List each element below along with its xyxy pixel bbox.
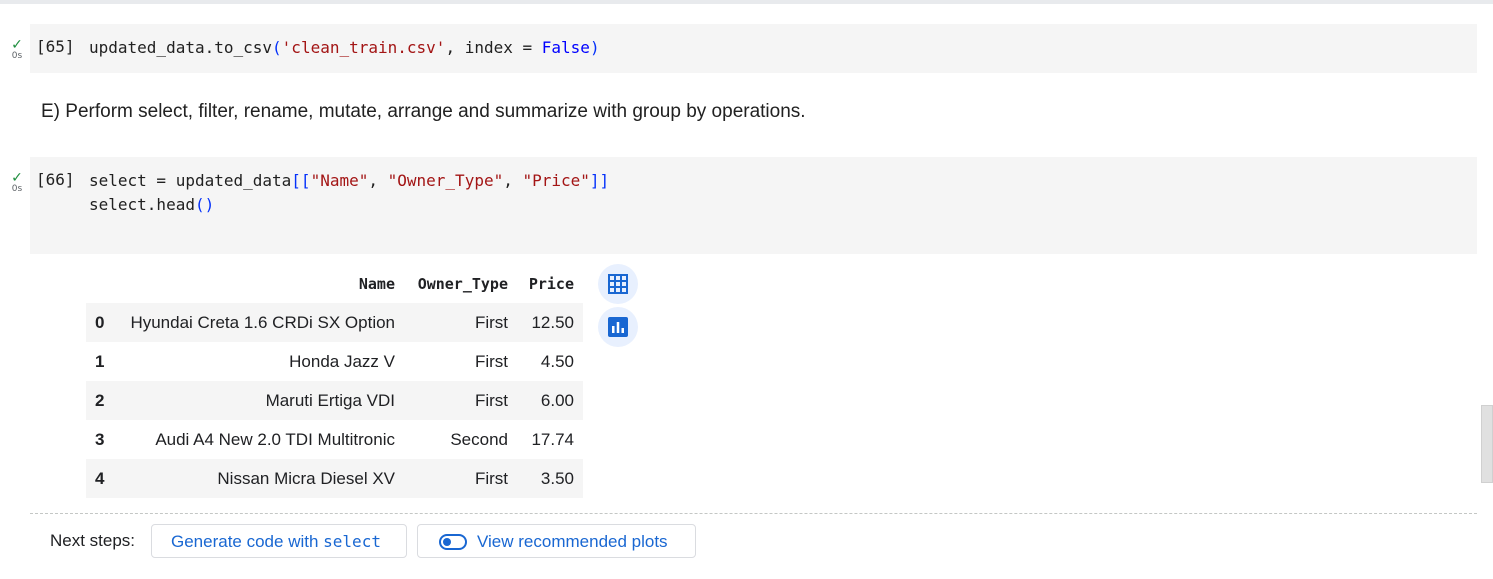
markdown-text: E) Perform select, filter, rename, mutat… bbox=[41, 101, 806, 122]
next-steps-label: Next steps: bbox=[50, 531, 136, 550]
bar-chart-icon bbox=[608, 317, 628, 337]
execution-count: [66] bbox=[36, 170, 75, 189]
row-index: 2 bbox=[95, 391, 105, 410]
row-index: 1 bbox=[95, 352, 105, 371]
run-time: 0s bbox=[11, 51, 23, 61]
check-icon: ✓ bbox=[11, 37, 23, 53]
variable-name: select bbox=[323, 532, 381, 551]
scrollbar[interactable] bbox=[1481, 405, 1493, 483]
column-header: Owner_Type bbox=[417, 275, 508, 293]
cell-owner-type: First bbox=[474, 391, 508, 410]
cell-owner-type: First bbox=[474, 313, 508, 332]
table-row: 4 Nissan Micra Diesel XV First 3.50 bbox=[86, 459, 583, 498]
execution-count: [65] bbox=[36, 37, 75, 56]
cell-name: Hyundai Creta 1.6 CRDi SX Option bbox=[130, 313, 395, 332]
table-row: 0 Hyundai Creta 1.6 CRDi SX Option First… bbox=[86, 303, 583, 342]
cell-name: Maruti Ertiga VDI bbox=[265, 391, 395, 410]
code-line[interactable]: select.head() bbox=[89, 193, 214, 217]
generate-code-button[interactable]: Generate code with select bbox=[151, 524, 407, 558]
top-border bbox=[0, 0, 1493, 4]
table-row: 1 Honda Jazz V First 4.50 bbox=[86, 342, 583, 381]
table-icon bbox=[608, 274, 628, 294]
code-line[interactable]: select = updated_data[["Name", "Owner_Ty… bbox=[89, 169, 609, 193]
table-row: 2 Maruti Ertiga VDI First 6.00 bbox=[86, 381, 583, 420]
cell-price: 6.00 bbox=[540, 391, 574, 410]
plots-label: View recommended plots bbox=[477, 532, 668, 551]
table-row: 3 Audi A4 New 2.0 TDI Multitronic Second… bbox=[86, 420, 583, 459]
cell-name: Nissan Micra Diesel XV bbox=[217, 469, 395, 488]
generate-label: Generate code with bbox=[171, 532, 324, 551]
view-recommended-plots-button[interactable]: View recommended plots bbox=[417, 524, 696, 558]
cell-status: ✓ 0s bbox=[9, 38, 25, 61]
row-index: 3 bbox=[95, 430, 105, 449]
cell-price: 17.74 bbox=[531, 430, 574, 449]
cell-status: ✓ 0s bbox=[9, 171, 25, 194]
cell-owner-type: Second bbox=[450, 430, 508, 449]
toggle-icon bbox=[439, 534, 467, 550]
dataframe-table: Name Owner_Type Price 0 Hyundai Creta 1.… bbox=[86, 264, 583, 498]
column-header: Name bbox=[358, 275, 395, 293]
run-time: 0s bbox=[11, 184, 23, 194]
cell-owner-type: First bbox=[474, 352, 508, 371]
table-header: Name Owner_Type Price bbox=[86, 264, 583, 303]
row-index: 4 bbox=[95, 469, 105, 488]
convert-to-interactive-table-button[interactable] bbox=[598, 264, 638, 304]
suggest-charts-button[interactable] bbox=[598, 307, 638, 347]
check-icon: ✓ bbox=[11, 170, 23, 186]
cell-name: Audi A4 New 2.0 TDI Multitronic bbox=[155, 430, 395, 449]
cell-price: 4.50 bbox=[540, 352, 574, 371]
cell-name: Honda Jazz V bbox=[289, 352, 395, 371]
cell-price: 3.50 bbox=[540, 469, 574, 488]
cell-owner-type: First bbox=[474, 469, 508, 488]
column-header: Price bbox=[528, 275, 574, 293]
divider bbox=[30, 513, 1477, 514]
cell-price: 12.50 bbox=[531, 313, 574, 332]
row-index: 0 bbox=[95, 313, 105, 332]
code-line[interactable]: updated_data.to_csv('clean_train.csv', i… bbox=[89, 36, 600, 60]
